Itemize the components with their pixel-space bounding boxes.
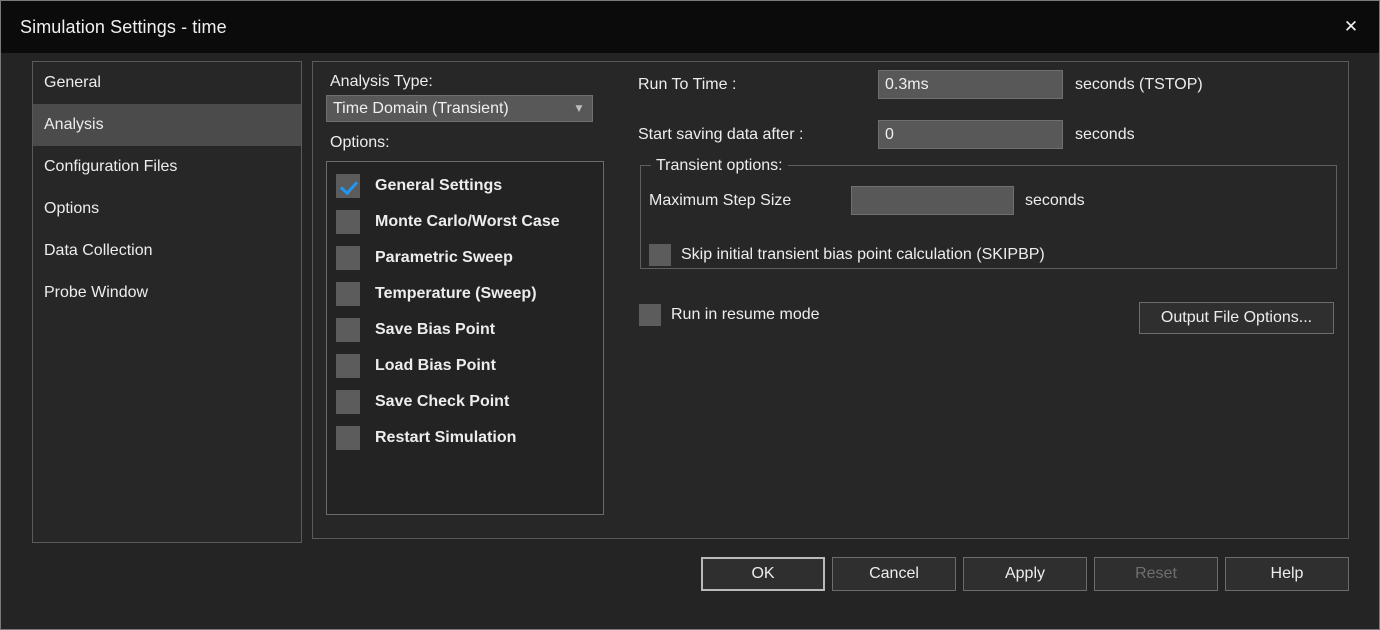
checkbox-icon[interactable] <box>336 246 360 270</box>
start-saving-label: Start saving data after : <box>638 126 804 143</box>
ok-button[interactable]: OK <box>701 557 825 591</box>
options-list: General Settings Monte Carlo/Worst Case … <box>326 161 604 515</box>
max-step-size-input[interactable] <box>851 186 1014 215</box>
checkbox-icon[interactable] <box>336 354 360 378</box>
sidebar-item-probe-window[interactable]: Probe Window <box>33 272 301 314</box>
options-label: Options: <box>330 134 390 151</box>
transient-options-title: Transient options: <box>651 157 788 175</box>
dialog-body: General Analysis Configuration Files Opt… <box>1 53 1379 629</box>
analysis-type-value: Time Domain (Transient) <box>333 99 509 117</box>
sidebar-item-label: General <box>44 74 101 91</box>
checkbox-icon[interactable] <box>336 426 360 450</box>
simulation-settings-dialog: Simulation Settings - time ✕ General Ana… <box>0 0 1380 630</box>
sidebar-item-options[interactable]: Options <box>33 188 301 230</box>
run-in-resume-mode-row[interactable]: Run in resume mode <box>639 304 820 326</box>
sidebar-item-label: Analysis <box>44 116 104 133</box>
close-icon[interactable]: ✕ <box>1323 1 1379 53</box>
option-label: Restart Simulation <box>375 429 517 446</box>
option-parametric-sweep[interactable]: Parametric Sweep <box>327 240 603 276</box>
sidebar-item-analysis[interactable]: Analysis <box>33 104 301 146</box>
checkbox-icon[interactable] <box>336 390 360 414</box>
option-restart-simulation[interactable]: Restart Simulation <box>327 420 603 456</box>
sidebar-item-label: Probe Window <box>44 284 149 301</box>
analysis-type-label: Analysis Type: <box>330 73 433 90</box>
apply-button[interactable]: Apply <box>963 557 1087 591</box>
analysis-type-select[interactable]: Time Domain (Transient) ▼ <box>326 95 593 122</box>
option-label: Save Check Point <box>375 393 510 410</box>
option-monte-carlo-worst-case[interactable]: Monte Carlo/Worst Case <box>327 204 603 240</box>
option-label: Save Bias Point <box>375 321 496 338</box>
checkbox-icon[interactable] <box>336 210 360 234</box>
sidebar-item-label: Data Collection <box>44 242 153 259</box>
checkbox-icon[interactable] <box>336 282 360 306</box>
reset-button: Reset <box>1094 557 1218 591</box>
run-to-time-input[interactable] <box>878 70 1063 99</box>
chevron-down-icon: ▼ <box>575 103 583 114</box>
option-save-check-point[interactable]: Save Check Point <box>327 384 603 420</box>
window-title: Simulation Settings - time <box>20 16 227 37</box>
run-in-resume-mode-label: Run in resume mode <box>671 306 820 323</box>
option-label: Parametric Sweep <box>375 249 513 266</box>
skip-bias-point-label: Skip initial transient bias point calcul… <box>681 246 1045 263</box>
checkbox-icon[interactable] <box>336 318 360 342</box>
option-label: Monte Carlo/Worst Case <box>375 213 560 230</box>
option-temperature-sweep[interactable]: Temperature (Sweep) <box>327 276 603 312</box>
option-load-bias-point[interactable]: Load Bias Point <box>327 348 603 384</box>
sidebar-item-label: Options <box>44 200 100 217</box>
option-label: Temperature (Sweep) <box>375 285 537 302</box>
start-saving-input[interactable] <box>878 120 1063 149</box>
dialog-button-row: OK Cancel Apply Reset Help <box>1 557 1380 607</box>
checkbox-icon[interactable] <box>336 174 360 198</box>
max-step-size-label: Maximum Step Size <box>649 192 792 209</box>
option-save-bias-point[interactable]: Save Bias Point <box>327 312 603 348</box>
titlebar: Simulation Settings - time ✕ <box>1 1 1379 53</box>
sidebar-item-label: Configuration Files <box>44 158 178 175</box>
run-to-time-suffix: seconds (TSTOP) <box>1075 76 1203 93</box>
sidebar-item-data-collection[interactable]: Data Collection <box>33 230 301 272</box>
analysis-panel: Analysis Type: Time Domain (Transient) ▼… <box>312 61 1349 539</box>
start-saving-suffix: seconds <box>1075 126 1135 143</box>
option-label: Load Bias Point <box>375 357 496 374</box>
sidebar-item-general[interactable]: General <box>33 62 301 104</box>
option-label: General Settings <box>375 177 503 194</box>
run-to-time-label: Run To Time : <box>638 76 737 93</box>
option-general-settings[interactable]: General Settings <box>327 168 603 204</box>
sidebar: General Analysis Configuration Files Opt… <box>32 61 302 543</box>
checkbox-icon[interactable] <box>649 244 671 266</box>
help-button[interactable]: Help <box>1225 557 1349 591</box>
checkbox-icon[interactable] <box>639 304 661 326</box>
output-file-options-button[interactable]: Output File Options... <box>1139 302 1334 334</box>
max-step-size-suffix: seconds <box>1025 192 1085 209</box>
skip-bias-point-checkbox-row[interactable]: Skip initial transient bias point calcul… <box>649 244 1045 266</box>
cancel-button[interactable]: Cancel <box>832 557 956 591</box>
sidebar-item-configuration-files[interactable]: Configuration Files <box>33 146 301 188</box>
